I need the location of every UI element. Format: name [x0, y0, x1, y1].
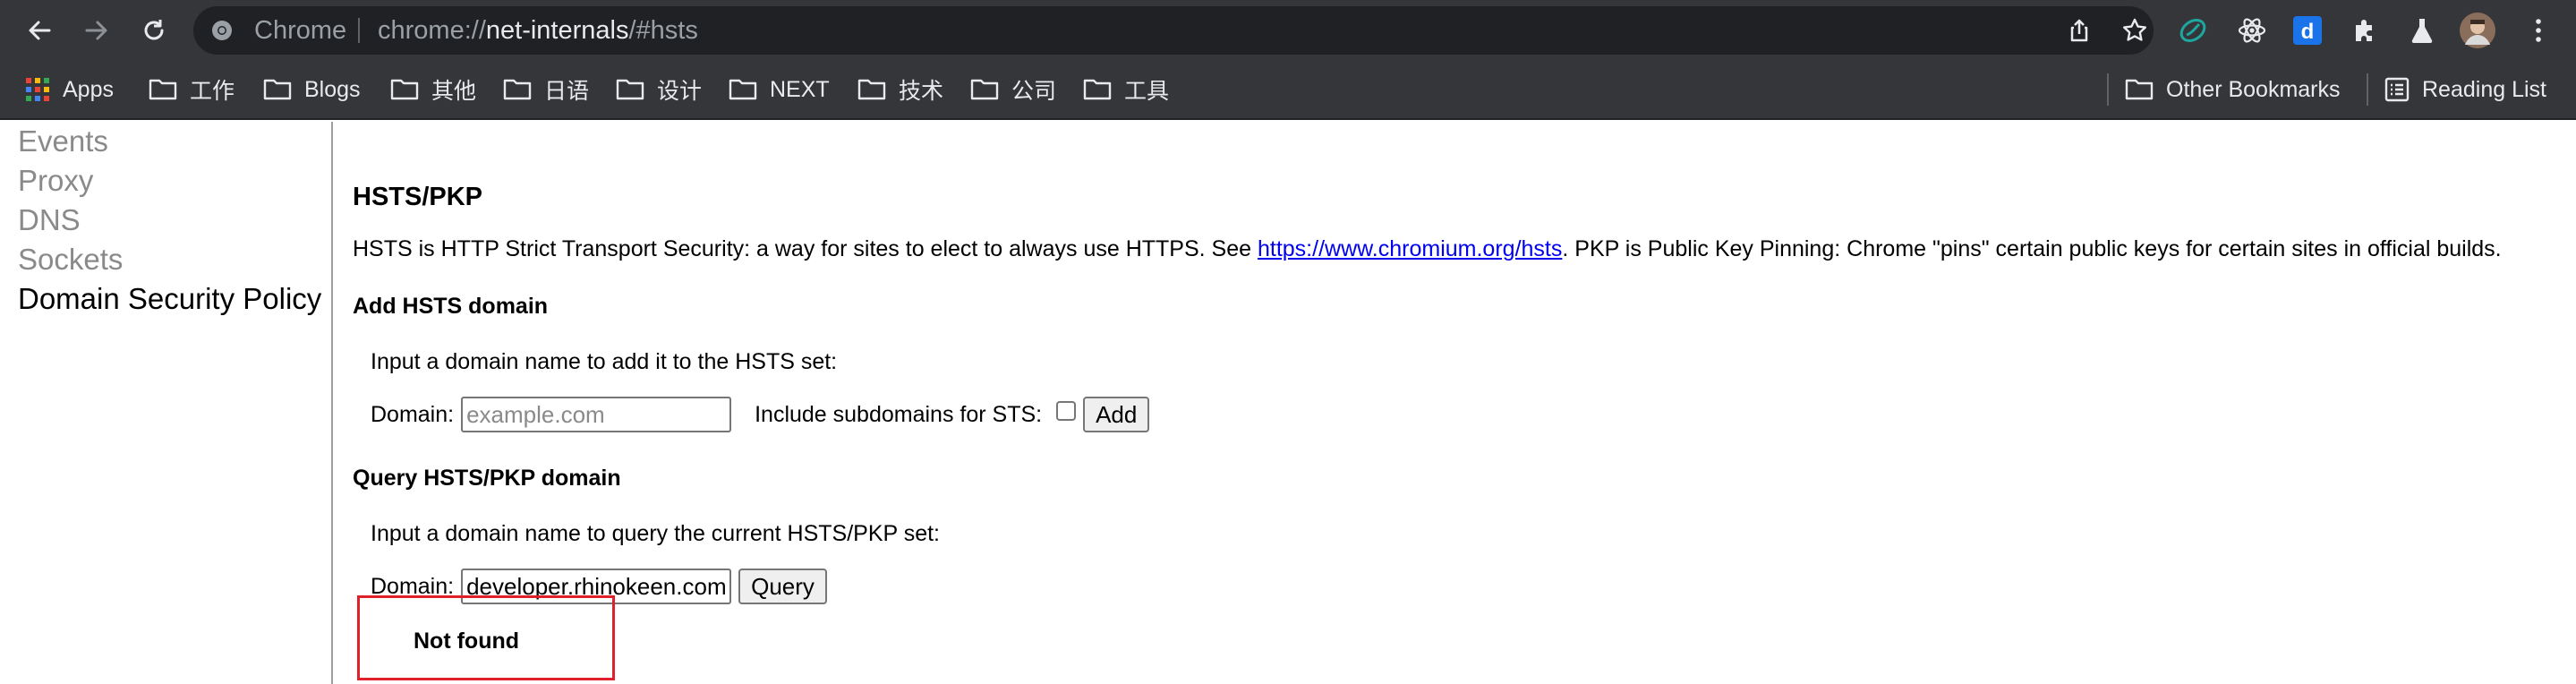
apps-grid-icon [26, 78, 49, 101]
folder-icon [729, 79, 757, 100]
sidebar-item-dns[interactable]: DNS [0, 201, 331, 240]
bookmark-label: 公司 [1011, 79, 1057, 104]
bookmark-folder[interactable]: 日语 [503, 61, 589, 118]
folder-icon [503, 79, 532, 100]
sidebar-item-proxy[interactable]: Proxy [0, 161, 331, 201]
url-scheme: chrome:// [378, 16, 486, 45]
bookmark-label: 其他 [431, 79, 477, 104]
include-subdomains-checkbox[interactable] [1056, 401, 1077, 421]
url-path: /#hsts [628, 16, 698, 45]
bookmark-label: 技术 [899, 79, 944, 104]
domain-label: Domain: [371, 401, 455, 427]
bookmark-label: Other Bookmarks [2166, 76, 2341, 102]
url-text[interactable]: chrome://net-internals/#hsts [378, 6, 698, 55]
bookmark-label: Reading List [2422, 76, 2546, 102]
add-hsts-heading: Add HSTS domain [353, 294, 549, 319]
bookmark-label: Blogs [304, 76, 361, 102]
sidebar-item-events[interactable]: Events [0, 122, 331, 161]
bookmark-apps[interactable]: Apps [25, 61, 114, 118]
hsts-description: HSTS is HTTP Strict Transport Security: … [353, 236, 2502, 262]
bookmark-label: Apps [63, 76, 114, 102]
address-bar[interactable]: Chrome chrome://net-internals/#hsts [193, 6, 2154, 55]
query-heading: Query HSTS/PKP domain [353, 466, 621, 491]
chrome-logo-icon [211, 20, 233, 46]
description-text: . PKP is Public Key Pinning: Chrome "pin… [1562, 236, 2502, 261]
folder-icon [616, 79, 644, 100]
bookmark-folder[interactable]: Blogs [263, 61, 361, 118]
folder-icon [2125, 79, 2154, 100]
bookmark-label: 日语 [544, 79, 590, 104]
scheme-chip: Chrome [254, 16, 347, 45]
folder-icon [149, 79, 177, 100]
add-instruction: Input a domain name to add it to the HST… [371, 349, 838, 374]
puzzle-icon[interactable] [2347, 13, 2383, 48]
bookmark-label: 设计 [657, 79, 703, 104]
share-icon[interactable] [2066, 17, 2093, 44]
reload-icon[interactable] [132, 9, 175, 52]
sidebar-item-sockets[interactable]: Sockets [0, 240, 331, 279]
reading-list-button[interactable]: Reading List [2384, 61, 2546, 118]
folder-icon [970, 79, 999, 100]
bookmarks-divider [2367, 73, 2368, 106]
profile-avatar[interactable] [2460, 13, 2495, 48]
folder-icon [1083, 79, 1112, 100]
bookmark-star-icon[interactable] [2121, 17, 2148, 44]
description-text: HSTS is HTTP Strict Transport Security: … [353, 236, 1258, 261]
bookmark-folder[interactable]: 工具 [1083, 61, 1169, 118]
bookmark-folder[interactable]: 其他 [390, 61, 476, 118]
extension-spiral-icon[interactable] [2175, 13, 2211, 48]
chromium-hsts-link[interactable]: https://www.chromium.org/hsts [1258, 236, 1562, 261]
bookmark-folder[interactable]: NEXT [729, 61, 830, 118]
forward-arrow-icon[interactable] [75, 9, 118, 52]
bookmark-label: NEXT [770, 76, 830, 102]
query-button[interactable]: Query [738, 569, 827, 604]
reading-list-icon [2384, 77, 2410, 102]
add-form-row: Domain: Include subdomains for STS: Add [371, 396, 1150, 433]
url-host: net-internals [485, 16, 629, 45]
bookmark-folder[interactable]: 工作 [149, 61, 235, 118]
bookmark-folder[interactable]: 公司 [970, 61, 1056, 118]
bookmarks-divider [2107, 73, 2109, 106]
svg-text:d: d [2301, 20, 2315, 44]
sidebar-item-domain-security-policy[interactable]: Domain Security Policy [0, 279, 331, 319]
kebab-menu-icon[interactable] [2521, 13, 2556, 48]
folder-icon [263, 79, 292, 100]
browser-toolbar: Chrome chrome://net-internals/#hsts d [0, 0, 2576, 61]
query-instruction: Input a domain name to query the current… [371, 521, 940, 546]
extension-d-icon[interactable]: d [2290, 13, 2325, 48]
net-internals-sidebar: Events Proxy DNS Sockets Domain Security… [0, 122, 333, 684]
bookmark-label: 工具 [1124, 79, 1170, 104]
bookmarks-bar: Apps 工作 Blogs 其他 日语 设计 NEXT 技术 公司 工具 Oth… [0, 61, 2576, 120]
flask-icon[interactable] [2404, 13, 2440, 48]
page-title: HSTS/PKP [353, 183, 483, 211]
highlight-annotation-box [357, 595, 615, 680]
folder-icon [857, 79, 886, 100]
subdomains-label: Include subdomains for STS: [755, 401, 1043, 427]
back-arrow-icon[interactable] [18, 9, 61, 52]
add-button[interactable]: Add [1083, 397, 1150, 432]
add-domain-input[interactable] [461, 397, 732, 432]
bookmark-folder[interactable]: 设计 [616, 61, 702, 118]
bookmark-folder[interactable]: 技术 [857, 61, 943, 118]
omnibox-divider [358, 18, 360, 43]
bookmark-other[interactable]: Other Bookmarks [2125, 61, 2341, 118]
bookmark-label: 工作 [190, 79, 235, 104]
extension-react-icon[interactable] [2234, 13, 2270, 48]
folder-icon [390, 79, 419, 100]
